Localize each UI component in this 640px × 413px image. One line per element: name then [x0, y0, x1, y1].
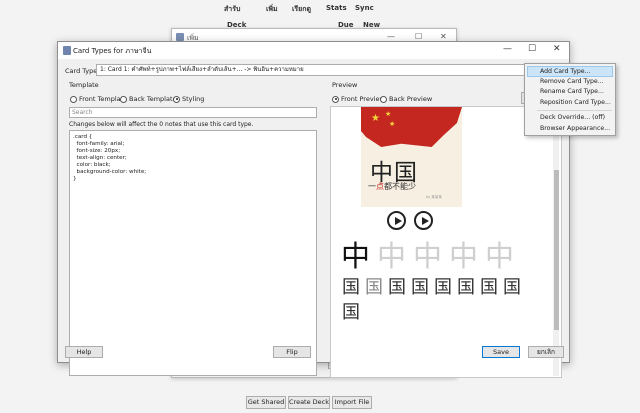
- scrollbar-thumb[interactable]: [554, 170, 559, 330]
- stroke-char: 中: [341, 239, 371, 273]
- css-line: text-align: center;: [73, 155, 127, 161]
- css-line: background-color: white;: [73, 169, 147, 175]
- search-input[interactable]: Search: [69, 107, 317, 118]
- menu-separator: [537, 110, 612, 111]
- dialog-title: Card Types for ภาษาจีน: [73, 47, 152, 55]
- radio-button-icon: [380, 95, 387, 103]
- radio-front-preview[interactable]: Front Preview: [332, 95, 385, 103]
- stroke-char: 中: [449, 239, 479, 273]
- radio-button-selected-icon: [173, 95, 180, 103]
- card-preview[interactable]: ★ ★ ★ 中国 一点都不能少 by 某某某 中 中 中 中 中 国 国 国 国…: [330, 106, 562, 378]
- radio-button-selected-icon: [332, 95, 339, 103]
- menu-item-reposition-card-type[interactable]: Reposition Card Type...: [525, 98, 615, 109]
- save-button[interactable]: Save: [482, 346, 520, 358]
- minimize-icon[interactable]: —: [503, 44, 512, 54]
- stroke-order-row: 中 中 中 中 中: [341, 233, 515, 275]
- toolbar-browse[interactable]: เรียกดู: [292, 4, 311, 15]
- close-icon[interactable]: ✕: [440, 32, 447, 41]
- stroke-char: 国: [411, 277, 429, 298]
- menu-item-rename-card-type[interactable]: Rename Card Type...: [525, 87, 615, 98]
- template-group-label: Template: [69, 81, 99, 89]
- css-line: font-family: arial;: [73, 141, 125, 147]
- menu-item-remove-card-type[interactable]: Remove Card Type...: [525, 77, 615, 88]
- app-icon: [176, 33, 184, 41]
- radio-styling[interactable]: Styling: [173, 95, 204, 103]
- maximize-icon[interactable]: ☐: [528, 44, 536, 54]
- star-icon: ★: [371, 113, 380, 124]
- stroke-char: 国: [434, 277, 452, 298]
- card-type-select[interactable]: 1: Card 1: คำศัพท์+รูปภาพ+ไฟล์เสียง+ลำดั…: [96, 64, 578, 76]
- menu-item-browser-appearance[interactable]: Browser Appearance...: [525, 124, 615, 135]
- cancel-button[interactable]: ยกเลิก: [528, 346, 564, 358]
- css-line: .card {: [73, 134, 93, 140]
- menu-item-deck-override[interactable]: Deck Override... (off): [525, 113, 615, 124]
- app-icon: [63, 46, 71, 55]
- close-icon[interactable]: ✕: [553, 44, 561, 54]
- card-type-options-menu: Add Card Type... Remove Card Type... Ren…: [524, 63, 616, 136]
- create-deck-button[interactable]: Create Deck: [288, 396, 330, 409]
- play-audio-button[interactable]: [387, 211, 406, 230]
- menu-item-add-card-type[interactable]: Add Card Type...: [527, 66, 613, 77]
- poster-slogan: 一点都不能少: [368, 182, 416, 191]
- stroke-char: 国: [503, 277, 521, 298]
- stroke-char: 中: [485, 239, 515, 273]
- stroke-char: 国: [388, 277, 406, 298]
- css-line: font-size: 20px;: [73, 148, 121, 154]
- css-line: }: [73, 176, 77, 182]
- star-icon: ★: [389, 120, 396, 128]
- radio-back-template[interactable]: Back Template: [120, 95, 177, 103]
- get-shared-button[interactable]: Get Shared: [246, 396, 286, 409]
- preview-group-label: Preview: [332, 81, 358, 89]
- stroke-order-grid: 国 国 国 国 国 国 国 国 国: [341, 277, 529, 324]
- radio-label: Back Preview: [389, 95, 433, 103]
- card-type-label: Card Type:: [65, 67, 100, 75]
- radio-front-template[interactable]: Front Template: [70, 95, 127, 103]
- dialog-titlebar: Card Types for ภาษาจีน — ☐ ✕: [58, 42, 569, 59]
- stroke-char: 中: [377, 239, 407, 273]
- toolbar-stats[interactable]: Stats: [326, 4, 347, 12]
- radio-button-icon: [70, 95, 77, 103]
- maximize-icon[interactable]: ☐: [415, 32, 422, 41]
- radio-label: Back Template: [129, 95, 177, 103]
- minimize-icon[interactable]: —: [387, 32, 395, 41]
- toolbar-sync[interactable]: Sync: [355, 4, 374, 12]
- changes-note: Changes below will affect the 0 notes th…: [69, 121, 254, 128]
- preview-scrollbar[interactable]: [553, 108, 559, 376]
- stroke-char: 国: [342, 302, 360, 323]
- main-toolbar: สำรับ เพิ่ม เรียกดู Stats Sync: [0, 0, 640, 16]
- flip-button[interactable]: Flip: [273, 346, 311, 358]
- radio-label: Styling: [182, 95, 205, 103]
- stroke-char: 国: [480, 277, 498, 298]
- stroke-char: 中: [413, 239, 443, 273]
- china-poster-image: ★ ★ ★ 中国 一点都不能少 by 某某某: [361, 107, 462, 207]
- radio-label: Front Preview: [341, 95, 385, 103]
- css-line: color: black;: [73, 162, 111, 168]
- poster-credit: by 某某某: [426, 195, 442, 199]
- import-file-button[interactable]: Import File: [332, 396, 372, 409]
- toolbar-decks[interactable]: สำรับ: [224, 4, 240, 15]
- stroke-char: 国: [365, 277, 383, 298]
- radio-button-icon: [120, 95, 127, 103]
- play-audio-button[interactable]: [414, 211, 433, 230]
- stroke-char: 国: [342, 277, 360, 298]
- stroke-char: 国: [457, 277, 475, 298]
- radio-back-preview[interactable]: Back Preview: [380, 95, 432, 103]
- help-button[interactable]: Help: [65, 346, 103, 358]
- toolbar-add[interactable]: เพิ่ม: [266, 4, 278, 15]
- card-type-value: 1: Card 1: คำศัพท์+รูปภาพ+ไฟล์เสียง+ลำดั…: [100, 66, 304, 73]
- star-icon: ★: [385, 110, 392, 118]
- card-types-dialog: Card Types for ภาษาจีน — ☐ ✕ Card Type: …: [57, 41, 578, 378]
- styling-editor[interactable]: .card { font-family: arial; font-size: 2…: [69, 130, 317, 376]
